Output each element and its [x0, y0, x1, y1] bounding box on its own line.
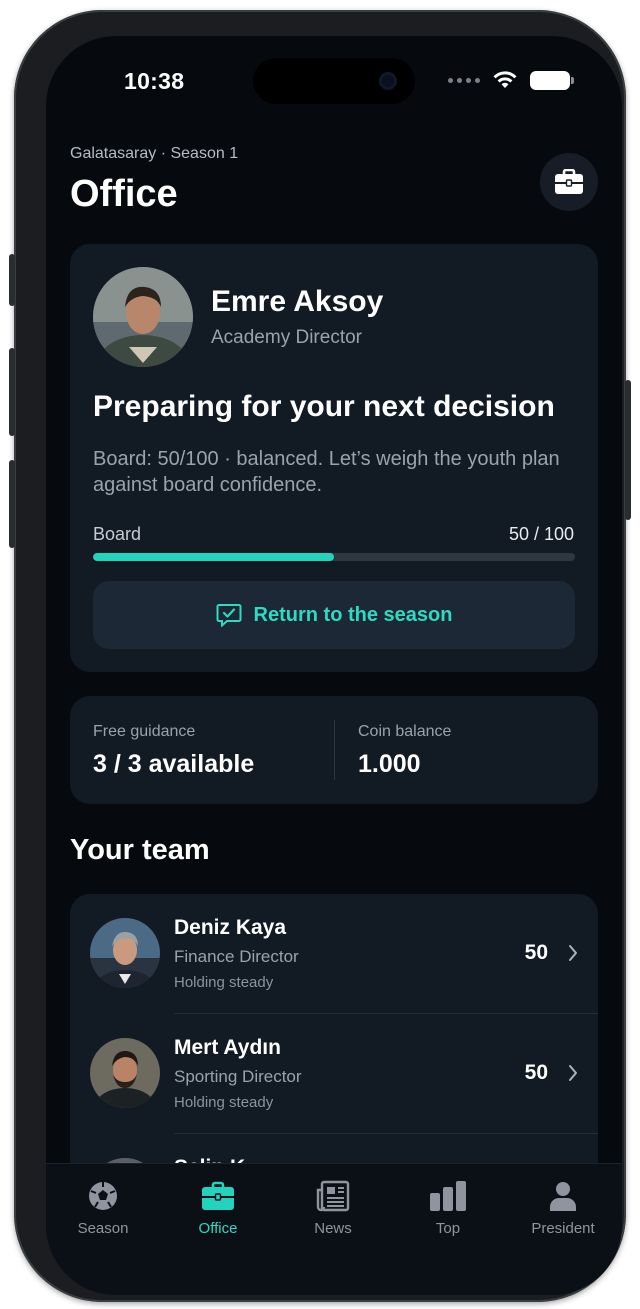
mute-switch: [9, 254, 15, 306]
volume-up-button: [9, 348, 15, 436]
board-value: 50 / 100: [508, 524, 574, 544]
free-guidance-value: 3 / 3 available: [93, 750, 255, 778]
team-member-role: Finance Director: [174, 947, 299, 966]
page-title: Office: [70, 173, 178, 215]
board-label: Board: [93, 524, 142, 544]
team-member-name: Mert Aydın: [174, 1036, 281, 1059]
chevron-right-icon: [569, 1065, 577, 1081]
dynamic-island: [253, 58, 415, 104]
power-button: [625, 380, 631, 520]
team-member-avatar: [90, 1038, 160, 1108]
stats-divider: [334, 720, 335, 780]
tab-president[interactable]: President: [513, 1178, 613, 1237]
tab-office[interactable]: Office: [168, 1178, 268, 1237]
signal-icon: [448, 77, 480, 83]
tab-news-label: News: [314, 1220, 352, 1237]
team-section-title: Your team: [70, 834, 210, 866]
advisor-headline: Preparing for your next decision: [93, 390, 555, 423]
stats-card: Free guidance 3 / 3 available Coin balan…: [70, 696, 598, 804]
briefcase-icon: [555, 169, 583, 194]
wifi-icon: [493, 71, 517, 88]
newspaper-icon: [316, 1180, 350, 1212]
team-row-deniz-kaya[interactable]: Deniz Kaya Finance Director Holding stea…: [70, 894, 598, 1014]
phone-frame: 10:38 Galatasaray · Season 1 Office Emre…: [9, 10, 631, 1302]
status-time: 10:38: [124, 68, 185, 94]
tab-top-label: Top: [435, 1220, 461, 1237]
advisor-card: Emre Aksoy Academy Director Preparing fo…: [70, 244, 598, 672]
tab-president-label: President: [531, 1220, 595, 1237]
board-progress-bar: [93, 553, 575, 561]
app-screen: 10:38 Galatasaray · Season 1 Office Emre…: [46, 36, 622, 1295]
tab-news[interactable]: News: [283, 1178, 383, 1237]
free-guidance-label: Free guidance: [93, 723, 196, 740]
volume-down-button: [9, 460, 15, 548]
status-indicators: [448, 70, 574, 90]
advisor-avatar: [93, 267, 193, 367]
tab-season[interactable]: Season: [53, 1178, 153, 1237]
coin-balance-label: Coin balance: [358, 723, 452, 740]
tab-season-label: Season: [77, 1220, 129, 1237]
team-member-role: Sporting Director: [174, 1067, 302, 1086]
team-member-status: Holding steady: [174, 974, 274, 991]
team-member-score: 50: [524, 941, 548, 964]
advisor-name: Emre Aksoy: [211, 285, 384, 318]
advisor-role: Academy Director: [211, 327, 362, 348]
team-member-score: 50: [524, 1061, 548, 1084]
team-member-status: Holding steady: [174, 1094, 274, 1111]
team-member-name: Deniz Kaya: [174, 916, 287, 939]
team-member-avatar: [90, 918, 160, 988]
tab-office-label: Office: [198, 1220, 238, 1237]
coin-balance-value: 1.000: [358, 750, 421, 778]
chat-check-icon: [216, 604, 242, 627]
camera-icon: [379, 72, 397, 90]
bar-chart-icon: [430, 1181, 466, 1211]
breadcrumb: Galatasaray · Season 1: [70, 145, 239, 162]
briefcase-button[interactable]: [540, 153, 598, 211]
tab-top[interactable]: Top: [398, 1178, 498, 1237]
battery-icon: [530, 70, 574, 90]
board-progress-fill: [93, 553, 334, 561]
team-row-mert-aydin[interactable]: Mert Aydın Sporting Director Holding ste…: [70, 1014, 598, 1134]
advisor-description: Board: 50/100 · balanced. Let’s weigh th…: [93, 448, 560, 496]
return-button-label: Return to the season: [253, 603, 453, 626]
briefcase-icon: [202, 1181, 234, 1210]
soccer-ball-icon: [89, 1182, 117, 1210]
person-icon: [550, 1182, 576, 1211]
return-to-season-button[interactable]: Return to the season: [93, 581, 575, 649]
chevron-right-icon: [569, 945, 577, 961]
tab-bar: Season Office News Top President: [46, 1163, 622, 1295]
